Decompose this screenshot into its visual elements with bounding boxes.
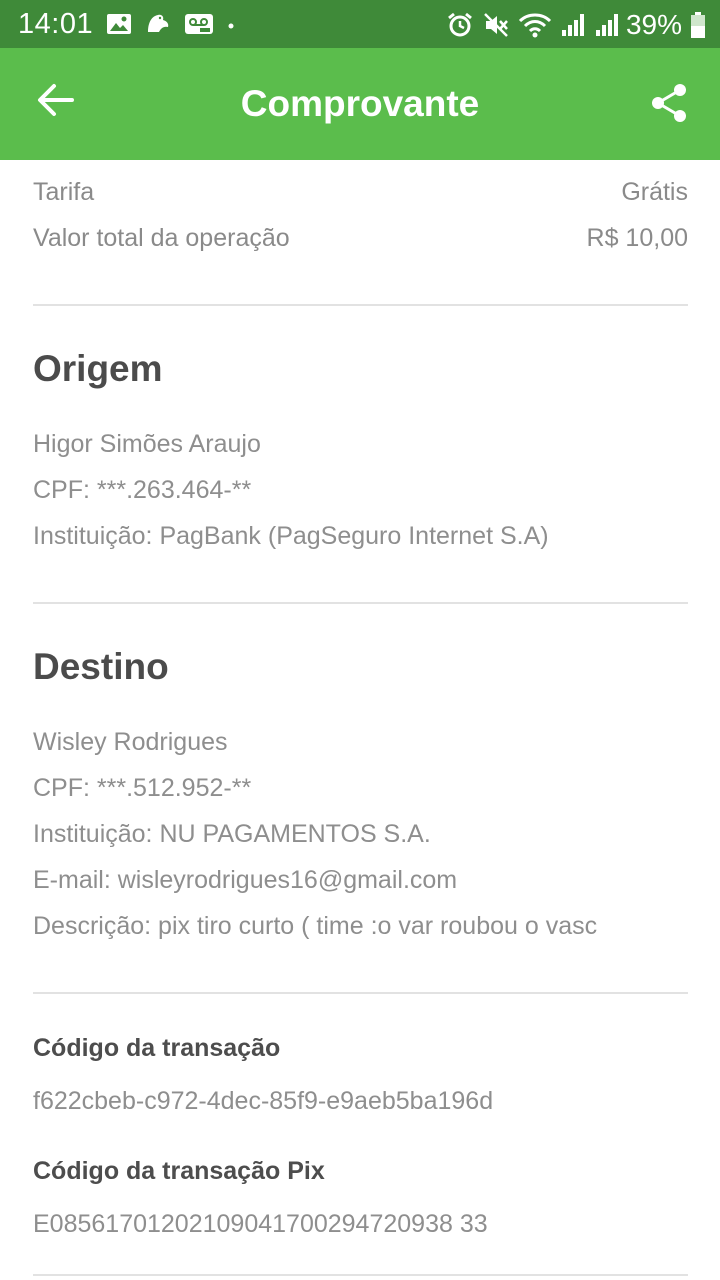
- transaction-code-label: Código da transação: [33, 1034, 281, 1062]
- total-label: Valor total da operação: [33, 224, 290, 252]
- share-icon: [652, 84, 686, 122]
- divider: [33, 1274, 688, 1276]
- alarm-icon: [448, 12, 472, 37]
- battery-icon: [691, 12, 705, 38]
- status-right: 39%: [438, 9, 706, 41]
- signal-icon: [595, 14, 618, 36]
- origin-institution: Instituição: PagBank (PagSeguro Internet…: [33, 522, 549, 550]
- app-bar: Comprovante: [0, 48, 720, 160]
- page-title: Comprovante: [240, 83, 480, 124]
- gallery-icon: [107, 14, 131, 34]
- status-bar: 14:01 39%: [0, 0, 720, 48]
- share-button[interactable]: [644, 78, 694, 128]
- divider: [33, 992, 688, 994]
- status-left-icons: [106, 10, 248, 38]
- destination-name: Wisley Rodrigues: [33, 728, 228, 756]
- mute-icon: [484, 13, 508, 37]
- destination-description: Descrição: pix tiro curto ( time :o var …: [33, 912, 598, 940]
- fee-row: Tarifa Grátis: [33, 178, 688, 207]
- total-value: R$ 10,00: [586, 224, 688, 252]
- divider: [33, 602, 688, 604]
- wifi-icon: [518, 13, 552, 38]
- voicemail-icon: [185, 14, 213, 34]
- pigeon-icon: [148, 14, 169, 32]
- total-row: Valor total da operação R$ 10,00: [33, 224, 688, 253]
- destination-institution: Instituição: NU PAGAMENTOS S.A.: [33, 820, 431, 848]
- battery-percent: 39%: [625, 9, 682, 40]
- status-time: 14:01: [18, 8, 94, 40]
- fee-label: Tarifa: [33, 178, 95, 206]
- destination-title: Destino: [33, 646, 169, 687]
- pix-code-value: E08561701202109041700294720938 33: [33, 1210, 488, 1238]
- pix-code-label: Código da transação Pix: [33, 1157, 325, 1185]
- origin-cpf: CPF: ***.263.464-**: [33, 476, 252, 504]
- dot-icon: [228, 23, 234, 29]
- transaction-code-value: f622cbeb-c972-4dec-85f9-e9aeb5ba196d: [33, 1087, 494, 1115]
- divider: [33, 304, 688, 306]
- signal-icon: [561, 14, 584, 36]
- destination-cpf: CPF: ***.512.952-**: [33, 774, 252, 802]
- origin-title: Origem: [33, 348, 163, 389]
- destination-email: E-mail: wisleyrodrigues16@gmail.com: [33, 866, 458, 894]
- origin-name: Higor Simões Araujo: [33, 430, 261, 458]
- fee-value: Grátis: [621, 178, 688, 206]
